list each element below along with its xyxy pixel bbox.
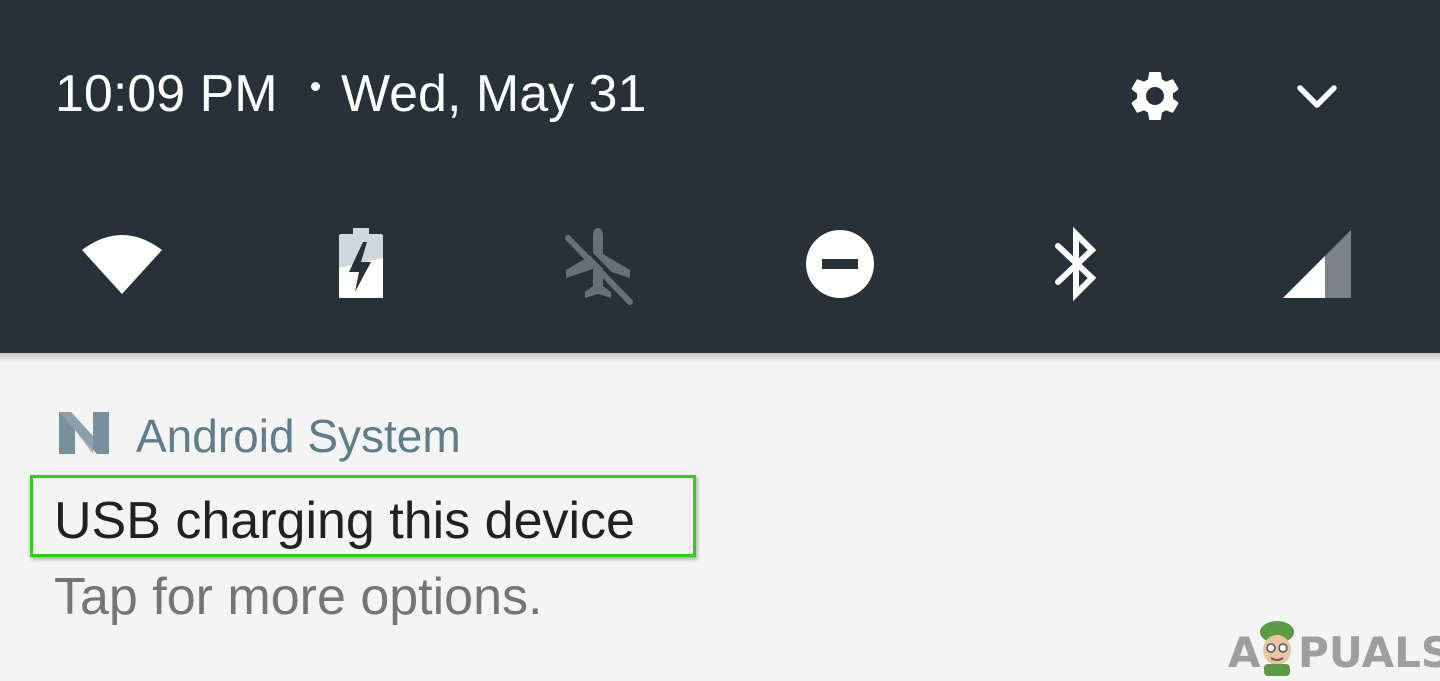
quick-settings-shade [0,0,1440,353]
quick-tile-cellular[interactable] [1267,222,1367,312]
quick-tile-do-not-disturb[interactable] [790,222,890,312]
quick-tile-wifi[interactable] [72,222,172,312]
battery-charging-icon [339,228,383,298]
chevron-down-icon[interactable] [1292,76,1342,120]
gear-icon[interactable] [1125,66,1185,126]
android-n-icon [57,410,111,456]
date-label: Wed, May 31 [341,65,647,123]
airplane-off-icon [565,228,636,305]
separator-dot [311,82,320,91]
notification-app-name: Android System [136,410,461,462]
quick-tile-airplane[interactable] [548,222,648,312]
signal-icon [1283,230,1351,298]
appuals-watermark: A PUALS [1226,618,1440,678]
bluetooth-icon [1055,226,1097,302]
notification-title[interactable]: USB charging this device [54,490,635,552]
mascot-icon [1260,621,1294,676]
wifi-icon [82,235,162,294]
notification-text[interactable]: Tap for more options. [54,566,542,628]
do-not-disturb-icon [806,230,874,298]
shade-shadow [0,353,1440,363]
quick-tile-bluetooth[interactable] [1026,222,1126,312]
clock-time: 10:09 PM [55,65,278,123]
watermark-text: PUALS [1298,628,1440,677]
quick-tile-battery[interactable] [311,222,411,312]
